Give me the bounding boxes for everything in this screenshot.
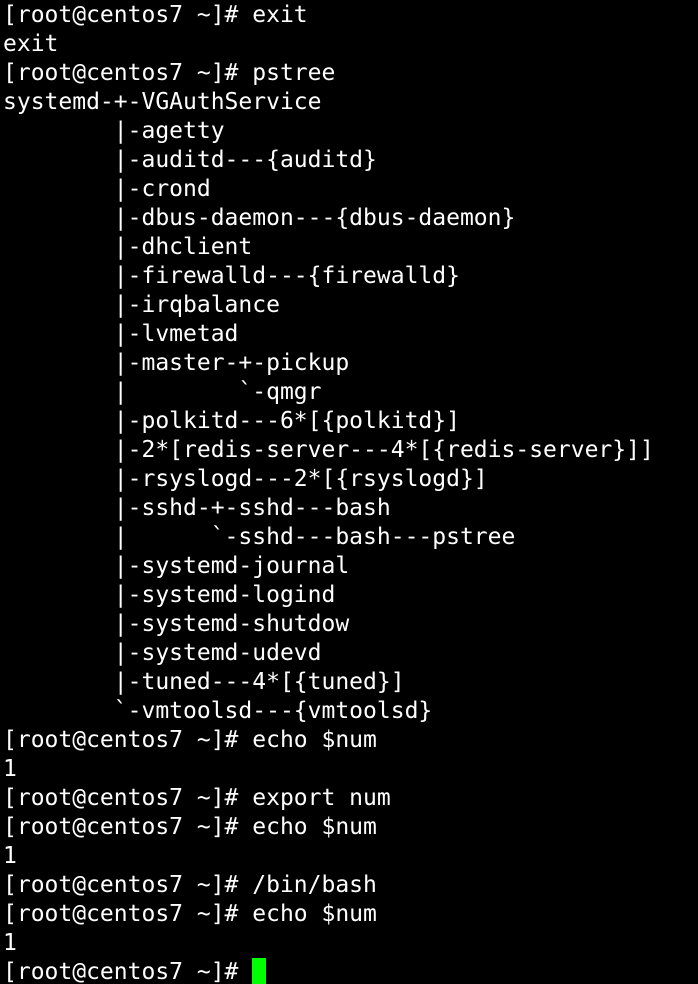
terminal-output: [root@centos7 ~]# exit exit [root@centos7 … [3, 1, 698, 958]
terminal-line: |-systemd-journal [3, 553, 350, 579]
terminal-line: [root@centos7 ~]# /bin/bash [3, 872, 377, 898]
terminal-line: |-dbus-daemon---{dbus-daemon} [3, 205, 516, 231]
terminal-line: [root@centos7 ~]# exit [3, 2, 308, 28]
terminal-line: |-polkitd---6*[{polkitd}] [3, 408, 460, 434]
terminal-line: |-auditd---{auditd} [3, 147, 377, 173]
terminal-line: `-vmtoolsd---{vmtoolsd} [3, 698, 433, 724]
terminal-line: [root@centos7 ~]# pstree [3, 60, 336, 86]
terminal-line: |-2*[redis-server---4*[{redis-server}]] [3, 437, 654, 463]
terminal-line: [root@centos7 ~]# export num [3, 785, 391, 811]
terminal-line: 1 [3, 843, 17, 869]
terminal-window[interactable]: [root@centos7 ~]# exit exit [root@centos7 … [0, 0, 698, 984]
terminal-line: |-systemd-shutdow [3, 611, 350, 637]
terminal-input-line[interactable]: [root@centos7 ~]# [3, 958, 698, 984]
text-cursor [252, 958, 267, 984]
terminal-line: |-lvmetad [3, 321, 239, 347]
terminal-line: [root@centos7 ~]# echo $num [3, 814, 377, 840]
terminal-line: |-rsyslogd---2*[{rsyslogd}] [3, 466, 488, 492]
terminal-line: exit [3, 31, 59, 57]
terminal-line: |-systemd-udevd [3, 640, 322, 666]
terminal-line: [root@centos7 ~]# echo $num [3, 901, 377, 927]
terminal-line: |-tuned---4*[{tuned}] [3, 669, 405, 695]
terminal-line: |-crond [3, 176, 211, 202]
terminal-line: [root@centos7 ~]# echo $num [3, 727, 377, 753]
terminal-line: | `-sshd---bash---pstree [3, 524, 516, 550]
terminal-line: 1 [3, 930, 17, 956]
terminal-line: |-dhclient [3, 234, 253, 260]
terminal-line: |-master-+-pickup [3, 350, 350, 376]
terminal-prompt: [root@centos7 ~]# [3, 959, 253, 984]
terminal-line: |-agetty [3, 118, 225, 144]
terminal-line: |-systemd-logind [3, 582, 336, 608]
terminal-line: | `-qmgr [3, 379, 322, 405]
terminal-line: |-firewalld---{firewalld} [3, 263, 460, 289]
terminal-line: systemd-+-VGAuthService [3, 89, 322, 115]
terminal-line: |-irqbalance [3, 292, 280, 318]
terminal-line: |-sshd-+-sshd---bash [3, 495, 391, 521]
terminal-line: 1 [3, 756, 17, 782]
